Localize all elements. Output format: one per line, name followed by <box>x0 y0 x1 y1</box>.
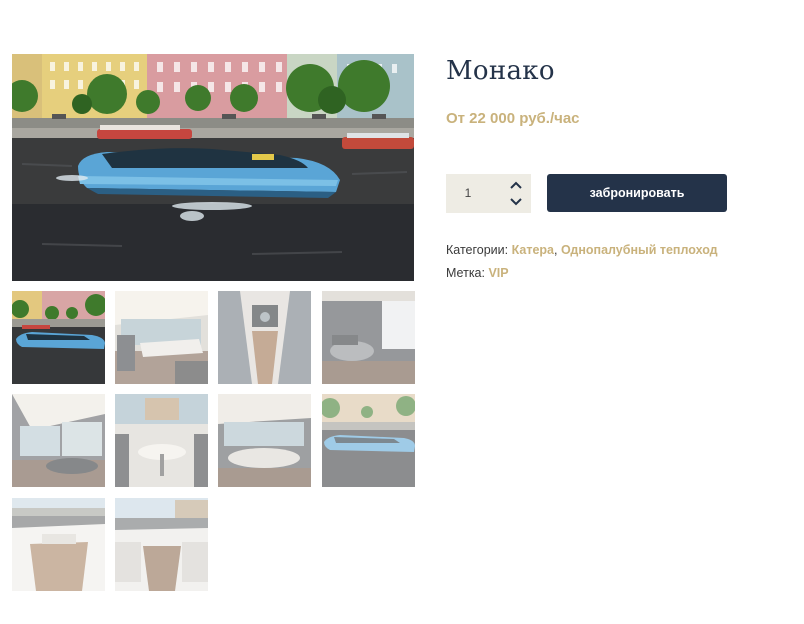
categories-label: Категории: <box>446 243 509 257</box>
quantity-stepper[interactable]: 1 <box>446 174 531 213</box>
tag-label: Метка: <box>446 266 485 280</box>
category-link-single-deck[interactable]: Однопалубный теплоход <box>561 243 718 257</box>
category-link-boats[interactable]: Катера <box>512 243 554 257</box>
tag-link-vip[interactable]: VIP <box>488 266 508 280</box>
chevron-down-icon[interactable] <box>508 195 524 209</box>
gallery-thumbnail-7[interactable] <box>218 394 311 487</box>
gallery-thumbnail-10[interactable] <box>115 498 208 591</box>
main-product-image[interactable] <box>12 54 414 281</box>
gallery-thumbnail-8[interactable] <box>322 394 415 487</box>
gallery-thumbnail-1[interactable] <box>12 291 105 384</box>
gallery-thumbnail-3[interactable] <box>218 291 311 384</box>
product-tag: Метка: VIP <box>446 266 509 280</box>
thumbnail-boat-exterior <box>12 291 105 384</box>
chevron-up-icon[interactable] <box>508 178 524 192</box>
gallery-thumbnail-6[interactable] <box>115 394 208 487</box>
gallery-thumbnail-9[interactable] <box>12 498 105 591</box>
product-page: Монако От 22 000 руб./час 1 забронироват… <box>0 0 804 624</box>
gallery-thumbnail-2[interactable] <box>115 291 208 384</box>
gallery-thumbnail-5[interactable] <box>12 394 105 487</box>
product-title: Монако <box>446 56 555 86</box>
book-button[interactable]: забронировать <box>547 174 727 212</box>
gallery-thumbnail-4[interactable] <box>322 291 415 384</box>
quantity-input[interactable]: 1 <box>446 174 490 213</box>
boat-on-canal-photo <box>12 54 414 281</box>
product-categories: Категории: Катера, Однопалубный теплоход <box>446 243 718 257</box>
category-separator: , <box>554 243 558 257</box>
product-price: От 22 000 руб./час <box>446 110 580 127</box>
